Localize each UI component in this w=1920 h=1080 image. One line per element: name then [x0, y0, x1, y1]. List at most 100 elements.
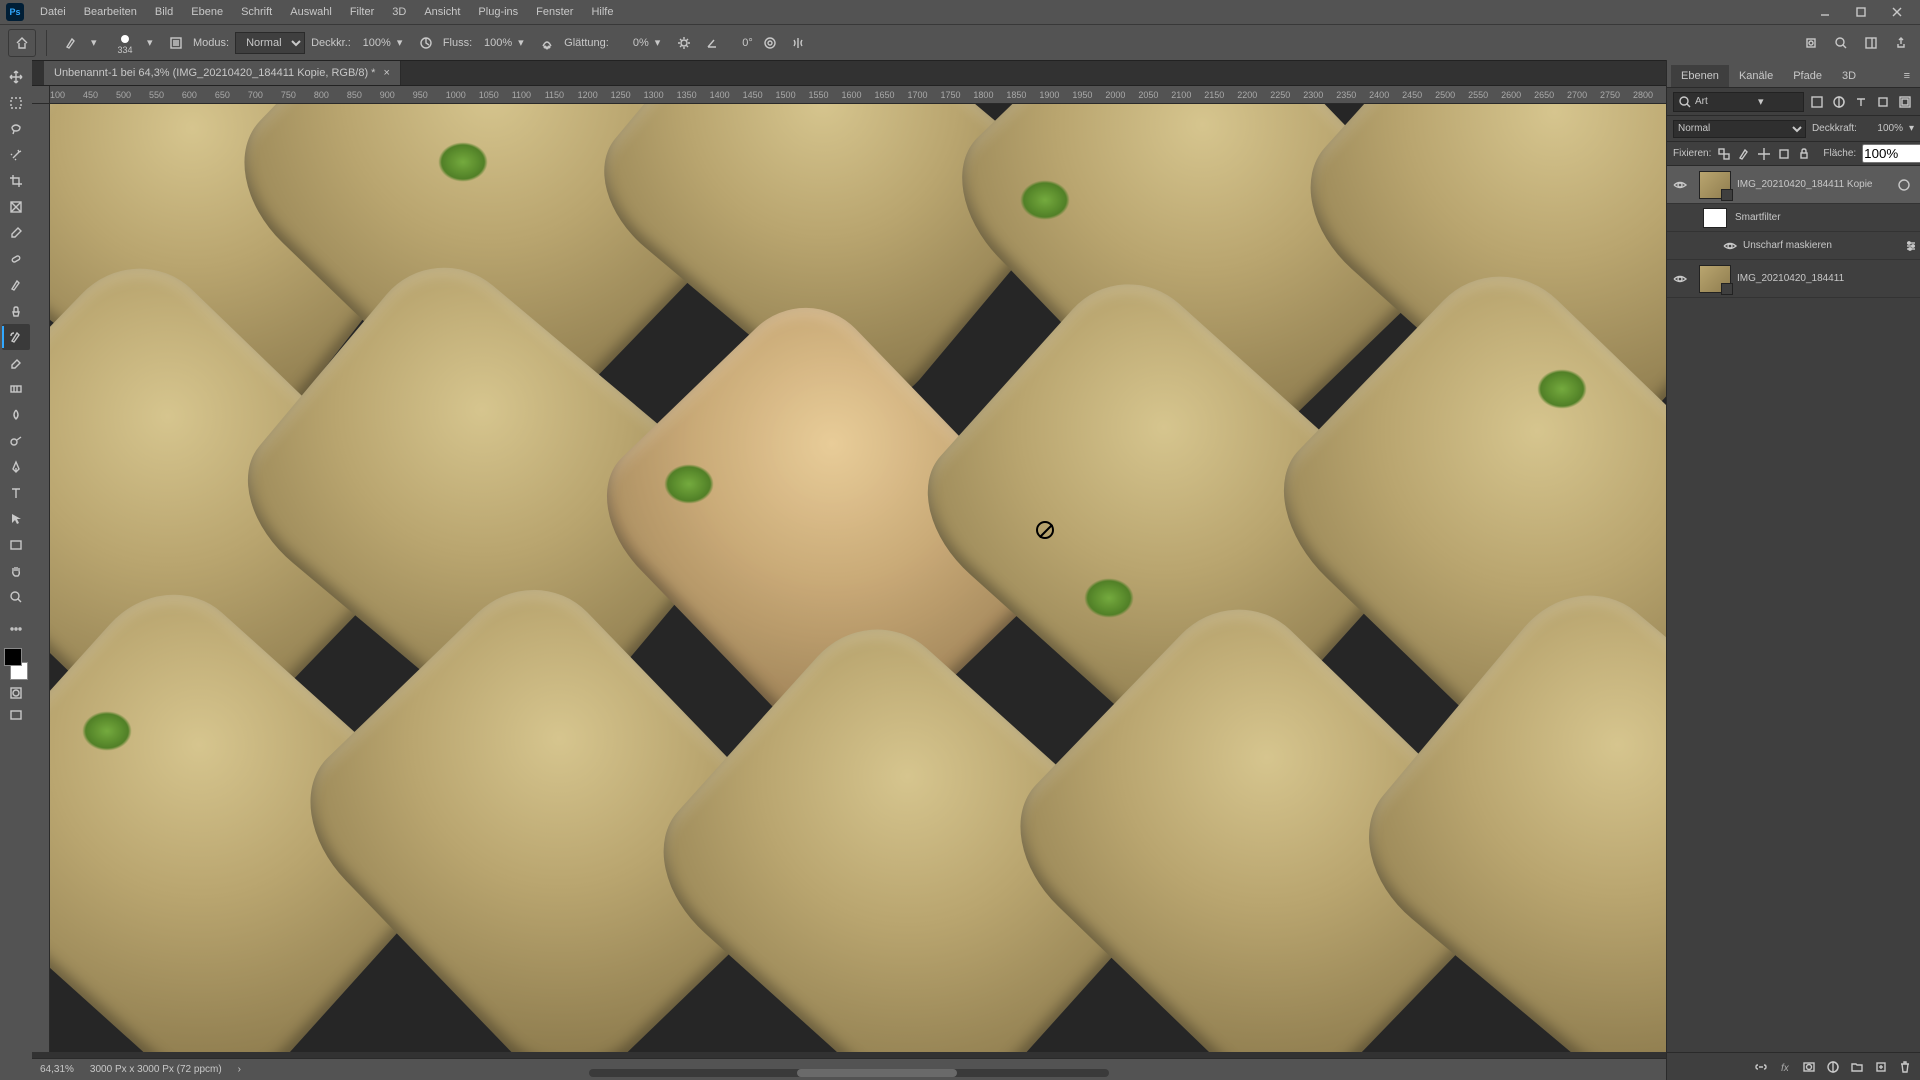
foreground-color[interactable]	[4, 648, 22, 666]
brush-settings-button[interactable]	[165, 32, 187, 54]
filter-visibility-toggle[interactable]	[1721, 239, 1739, 253]
panel-tab-paths[interactable]: Pfade	[1783, 65, 1832, 87]
layer-opacity-field[interactable]	[1863, 123, 1903, 134]
menu-help[interactable]: Hilfe	[583, 3, 621, 21]
menu-image[interactable]: Bild	[147, 3, 181, 21]
canvas[interactable]	[50, 104, 1666, 1052]
visibility-toggle[interactable]	[1667, 178, 1693, 192]
history-brush-tool[interactable]	[2, 324, 30, 350]
lasso-tool[interactable]	[2, 116, 30, 142]
menu-edit[interactable]: Bearbeiten	[76, 3, 145, 21]
smoothing-options-button[interactable]	[673, 32, 695, 54]
filter-smart-icon[interactable]	[1896, 93, 1914, 111]
layer-row[interactable]: IMG_20210420_184411 Kopie	[1667, 166, 1920, 204]
link-layers-button[interactable]	[1752, 1058, 1770, 1076]
angle-icon[interactable]	[701, 32, 723, 54]
filter-adjust-icon[interactable]	[1830, 93, 1848, 111]
smart-filters-row[interactable]: Smartfilter	[1667, 204, 1920, 232]
home-button[interactable]	[8, 29, 36, 57]
tool-preset-dropdown[interactable]: ▾	[91, 36, 103, 49]
brush-preview[interactable]: 334	[109, 29, 141, 57]
workspace-button[interactable]	[1860, 32, 1882, 54]
edit-toolbar-button[interactable]	[2, 616, 30, 642]
vertical-ruler[interactable]	[32, 104, 50, 1052]
new-layer-button[interactable]	[1872, 1058, 1890, 1076]
blur-tool[interactable]	[2, 402, 30, 428]
filter-blending-options-icon[interactable]	[1902, 239, 1920, 253]
menu-plugins[interactable]: Plug-ins	[470, 3, 526, 21]
type-tool[interactable]	[2, 480, 30, 506]
window-minimize-button[interactable]	[1808, 0, 1842, 24]
filter-shape-icon[interactable]	[1874, 93, 1892, 111]
menu-view[interactable]: Ansicht	[416, 3, 468, 21]
menu-select[interactable]: Auswahl	[282, 3, 340, 21]
menu-3d[interactable]: 3D	[384, 3, 414, 21]
healing-brush-tool[interactable]	[2, 246, 30, 272]
opacity-field[interactable]	[357, 37, 391, 49]
visibility-toggle[interactable]	[1667, 272, 1693, 286]
brush-picker-dropdown[interactable]: ▾	[147, 36, 159, 49]
document-tab[interactable]: Unbenannt-1 bei 64,3% (IMG_20210420_1844…	[44, 61, 401, 85]
horizontal-ruler[interactable]: 1004505005506006507007508008509009501000…	[50, 86, 1666, 104]
document-info[interactable]: 3000 Px x 3000 Px (72 ppcm)	[90, 1064, 222, 1075]
lock-artboard-icon[interactable]	[1777, 146, 1791, 162]
panel-menu-button[interactable]: ≡	[1894, 65, 1920, 87]
layer-thumbnail[interactable]	[1699, 265, 1731, 293]
layer-mask-button[interactable]	[1800, 1058, 1818, 1076]
layer-row[interactable]: IMG_20210420_184411	[1667, 260, 1920, 298]
lock-pixels-icon[interactable]	[1737, 146, 1751, 162]
angle-field[interactable]	[729, 37, 753, 49]
dodge-tool[interactable]	[2, 428, 30, 454]
size-pressure-toggle[interactable]	[759, 32, 781, 54]
hand-tool[interactable]	[2, 558, 30, 584]
path-selection-tool[interactable]	[2, 506, 30, 532]
lock-transparency-icon[interactable]	[1717, 146, 1731, 162]
smoothing-dropdown[interactable]: ▾	[655, 36, 667, 49]
lock-position-icon[interactable]	[1757, 146, 1771, 162]
cloud-docs-button[interactable]	[1800, 32, 1822, 54]
crop-tool[interactable]	[2, 168, 30, 194]
eraser-tool[interactable]	[2, 350, 30, 376]
layer-fill-field[interactable]	[1862, 144, 1920, 163]
delete-layer-button[interactable]	[1896, 1058, 1914, 1076]
horizontal-scrollbar[interactable]	[589, 1069, 1109, 1077]
share-button[interactable]	[1890, 32, 1912, 54]
opacity-dropdown[interactable]: ▾	[397, 36, 409, 49]
layer-blend-mode-dropdown[interactable]: Normal	[1673, 120, 1806, 138]
search-button[interactable]	[1830, 32, 1852, 54]
color-swatches[interactable]	[2, 646, 30, 682]
rectangle-tool[interactable]	[2, 532, 30, 558]
panel-tab-3d[interactable]: 3D	[1832, 65, 1866, 87]
zoom-tool[interactable]	[2, 584, 30, 610]
layer-filter-field[interactable]	[1695, 96, 1755, 107]
opacity-pressure-toggle[interactable]	[415, 32, 437, 54]
window-maximize-button[interactable]	[1844, 0, 1878, 24]
zoom-level[interactable]: 64,31%	[40, 1064, 74, 1075]
clone-stamp-tool[interactable]	[2, 298, 30, 324]
screen-mode-button[interactable]	[2, 704, 30, 726]
panel-tab-layers[interactable]: Ebenen	[1671, 65, 1729, 87]
group-layers-button[interactable]	[1848, 1058, 1866, 1076]
smart-filter-mask-thumbnail[interactable]	[1703, 208, 1727, 228]
lock-all-icon[interactable]	[1797, 146, 1811, 162]
window-close-button[interactable]	[1880, 0, 1914, 24]
smart-filter-item[interactable]: Unscharf maskieren	[1667, 232, 1920, 260]
flow-dropdown[interactable]: ▾	[518, 36, 530, 49]
pen-tool[interactable]	[2, 454, 30, 480]
smoothing-field[interactable]	[615, 37, 649, 49]
gradient-tool[interactable]	[2, 376, 30, 402]
layer-filter-dropdown[interactable]: ▾	[1673, 92, 1804, 112]
flow-field[interactable]	[478, 37, 512, 49]
frame-tool[interactable]	[2, 194, 30, 220]
symmetry-button[interactable]	[787, 32, 809, 54]
adjustment-layer-button[interactable]	[1824, 1058, 1842, 1076]
ruler-origin[interactable]	[32, 86, 50, 104]
marquee-tool[interactable]	[2, 90, 30, 116]
layer-style-button[interactable]: fx	[1776, 1058, 1794, 1076]
chevron-down-icon[interactable]: ▾	[1909, 123, 1914, 134]
document-tab-close[interactable]: ×	[383, 67, 389, 79]
menu-filter[interactable]: Filter	[342, 3, 382, 21]
filter-pixel-icon[interactable]	[1808, 93, 1826, 111]
menu-window[interactable]: Fenster	[528, 3, 581, 21]
layer-name[interactable]: IMG_20210420_184411 Kopie	[1737, 179, 1894, 190]
